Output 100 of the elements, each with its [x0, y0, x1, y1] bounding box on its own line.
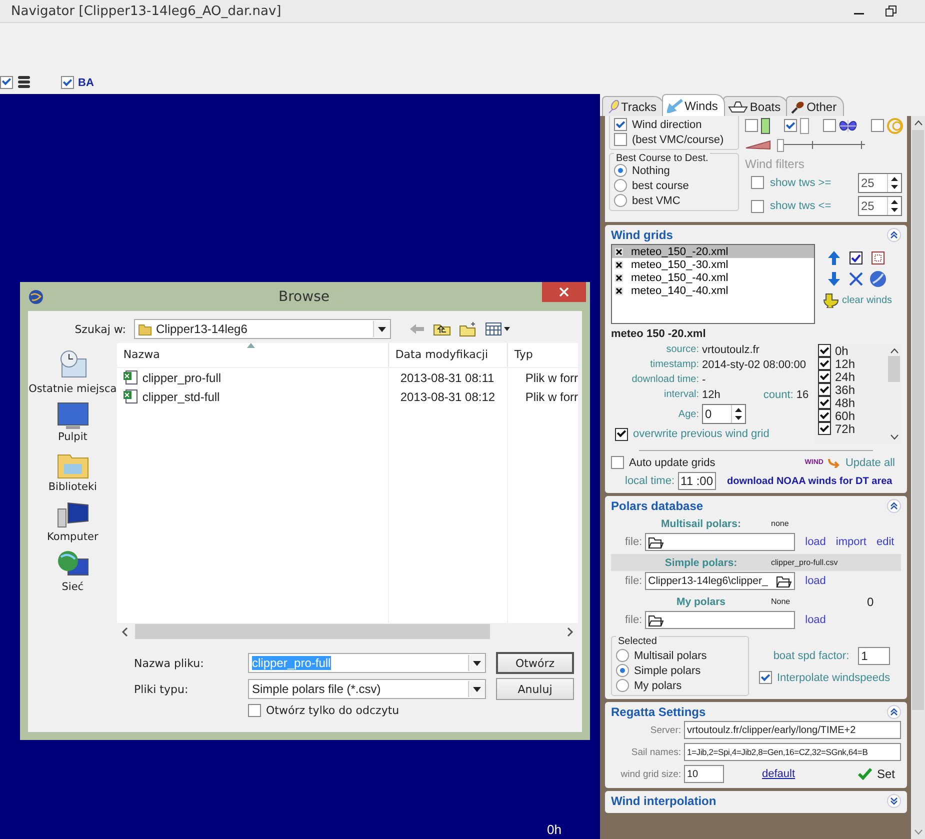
restore-icon[interactable]	[885, 5, 897, 17]
vertical-scrollbar[interactable]	[911, 116, 925, 839]
checkbox[interactable]	[751, 200, 764, 213]
grid-file-item[interactable]: meteo_150_-20.xml	[612, 245, 814, 258]
tab[interactable]: Tracks	[602, 96, 664, 116]
scroll-right-icon[interactable]	[566, 626, 574, 636]
checkbox[interactable]	[818, 370, 831, 383]
number-field[interactable]: 25	[858, 172, 902, 193]
checkbox[interactable]	[615, 428, 628, 440]
grid-size-field[interactable]: 10	[684, 765, 724, 783]
file-type-dropdown[interactable]: Simple polars file (*.csv)	[248, 679, 486, 699]
checkbox[interactable]	[823, 119, 836, 132]
file-path-field[interactable]	[645, 533, 796, 551]
polar-link[interactable]: load	[805, 614, 826, 626]
up-arrow-icon[interactable]	[827, 250, 841, 266]
collapse-icon[interactable]	[887, 498, 901, 512]
new-folder-icon[interactable]	[459, 321, 477, 337]
polar-link[interactable]: edit	[876, 536, 894, 548]
collapse-icon[interactable]	[887, 704, 901, 718]
clear-winds-link[interactable]: clear winds	[842, 294, 892, 306]
radio-button[interactable]	[616, 649, 629, 662]
place-item[interactable]: Pulpit	[56, 401, 90, 443]
cancel-button[interactable]: Anuluj	[496, 678, 574, 700]
update-all-link[interactable]: Update all	[845, 456, 895, 468]
number-field[interactable]: 25	[858, 196, 902, 216]
radio-button[interactable]	[614, 164, 627, 177]
place-item[interactable]: Ostatnie miejsca	[28, 349, 117, 395]
column-header[interactable]: Data modyfikacji	[388, 343, 508, 367]
collapse-icon[interactable]	[887, 228, 901, 242]
view-menu-icon[interactable]	[485, 322, 511, 336]
sail-names-field[interactable]: 1=Jib,2=Spi,4=Jib2,8=Gen,16=CZ,32=SGnk,64=B	[684, 743, 901, 761]
column-header[interactable]: Typ	[507, 343, 578, 367]
file-row[interactable]: clipper_std-full 2013-08-31 08:12 Plik w forr	[117, 387, 578, 406]
tab[interactable]: Boats	[722, 96, 788, 116]
open-folder-icon[interactable]	[648, 535, 664, 549]
open-folder-icon[interactable]	[648, 613, 664, 627]
slider-thumb[interactable]	[777, 139, 784, 152]
grid-file-item[interactable]: meteo_140_-40.xml	[612, 284, 814, 297]
checkbox[interactable]	[248, 704, 261, 717]
download-link[interactable]: download NOAA winds for DT area	[727, 476, 892, 486]
polar-link[interactable]: import	[836, 536, 866, 548]
scroll-down-icon[interactable]	[890, 434, 898, 440]
checkbox[interactable]	[818, 383, 831, 396]
file-path-field[interactable]: Clipper13-14leg6\clipper_	[645, 572, 796, 590]
checkbox[interactable]	[614, 118, 627, 131]
radio-button[interactable]	[616, 679, 629, 692]
checkbox[interactable]	[759, 671, 772, 684]
checkbox[interactable]	[784, 119, 797, 132]
column-header[interactable]: Nazwa	[117, 343, 388, 367]
checkbox[interactable]	[818, 357, 831, 370]
grid-icon[interactable]	[871, 251, 885, 265]
tab[interactable]: Winds	[662, 94, 725, 116]
down-arrow-icon[interactable]	[827, 271, 841, 287]
checkbox[interactable]	[0, 76, 13, 88]
scroll-up-icon[interactable]	[890, 348, 898, 354]
open-folder-icon[interactable]	[776, 574, 792, 588]
factor-field[interactable]: 1	[858, 646, 890, 664]
age-field[interactable]: 0	[702, 404, 746, 424]
open-button[interactable]: Otwórz	[496, 652, 574, 674]
place-item[interactable]: Sieć	[56, 549, 90, 593]
place-item[interactable]: Komputer	[47, 499, 98, 543]
look-in-dropdown[interactable]: Clipper13-14leg6	[134, 319, 391, 339]
grid-file-item[interactable]: meteo_150_-40.xml	[612, 271, 814, 284]
file-row[interactable]: clipper_pro-full 2013-08-31 08:11 Plik w forr	[117, 368, 578, 387]
radio-button[interactable]	[616, 664, 629, 677]
radio-button[interactable]	[614, 194, 627, 207]
server-field[interactable]: vrtoutoulz.fr/clipper/early/long/TIME+2	[684, 721, 901, 739]
polar-link[interactable]: load	[805, 536, 826, 548]
scrollbar-thumb[interactable]	[135, 624, 490, 639]
checkbox[interactable]	[751, 176, 764, 190]
checkbox[interactable]	[614, 133, 627, 146]
checkbox[interactable]	[61, 76, 74, 89]
scroll-up-icon[interactable]	[914, 120, 922, 126]
scroll-left-icon[interactable]	[121, 626, 130, 636]
scrollbar-thumb[interactable]	[888, 356, 900, 382]
close-button[interactable]	[542, 282, 586, 302]
checkbox[interactable]	[745, 119, 758, 132]
place-item[interactable]: Biblioteki	[48, 449, 97, 493]
checkbox[interactable]	[818, 422, 831, 435]
close-icon[interactable]	[849, 272, 863, 286]
tab[interactable]: Other	[786, 96, 844, 116]
toilet-icon[interactable]	[823, 292, 839, 308]
local-time-field[interactable]: 11 :00	[678, 472, 716, 490]
default-link[interactable]: default	[762, 768, 796, 780]
globe-icon[interactable]	[869, 270, 887, 288]
radio-button[interactable]	[614, 179, 627, 192]
scrollbar-thumb[interactable]	[912, 130, 924, 710]
checkbox[interactable]	[818, 396, 831, 409]
grid-file-item[interactable]: meteo_150_-30.xml	[612, 258, 814, 271]
polar-link[interactable]: load	[805, 575, 826, 587]
folder-up-icon[interactable]	[433, 322, 451, 336]
checkbox[interactable]	[818, 344, 831, 357]
checkbox-icon[interactable]	[849, 251, 863, 265]
checkbox[interactable]	[818, 409, 831, 422]
checkbox[interactable]	[871, 119, 884, 132]
expand-icon[interactable]	[887, 794, 901, 808]
set-button[interactable]: Set	[858, 767, 895, 781]
slider[interactable]	[777, 138, 865, 152]
file-path-field[interactable]	[645, 611, 796, 629]
checkbox[interactable]	[611, 456, 624, 469]
